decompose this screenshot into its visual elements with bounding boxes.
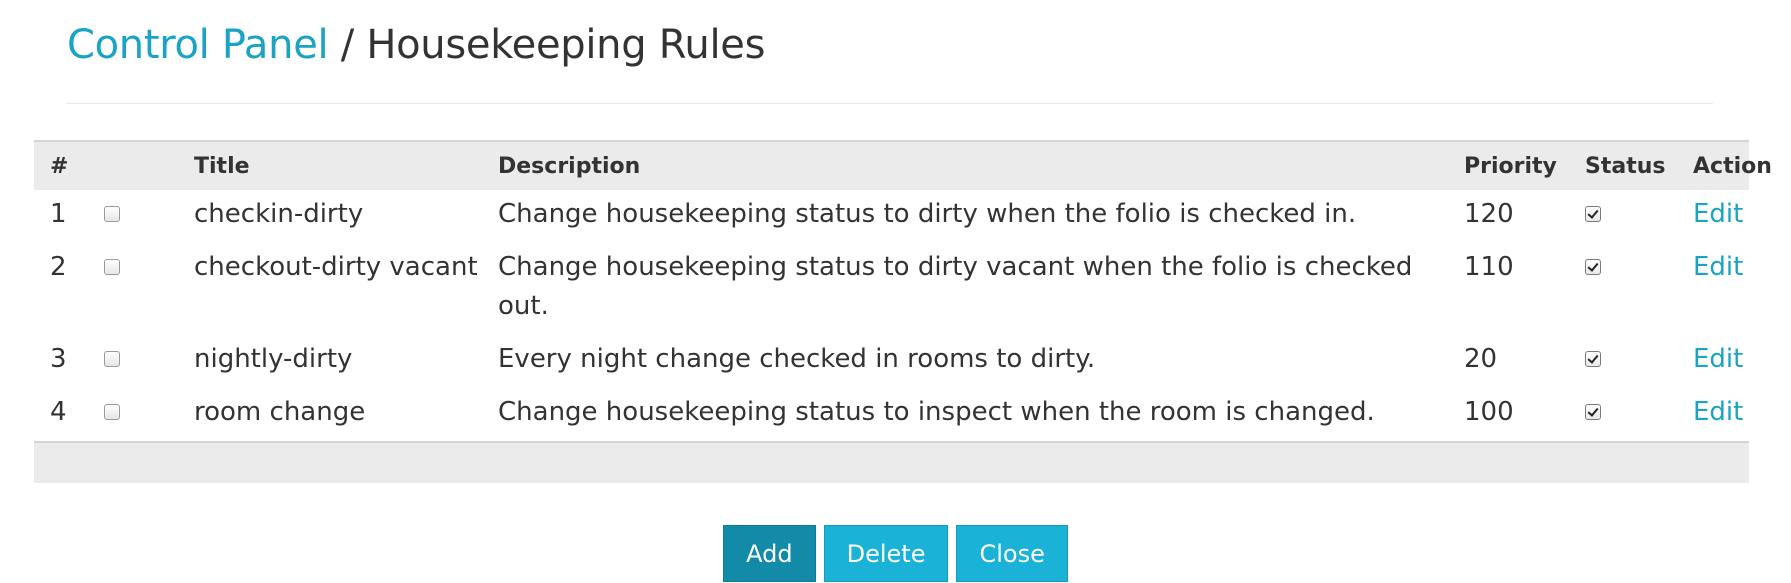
breadcrumb-separator: / [340,22,354,68]
row-title: nightly-dirty [194,344,353,374]
row-priority: 110 [1464,252,1514,282]
row-priority: 20 [1464,344,1498,374]
header-description: Description [498,153,641,179]
row-description: Change housekeeping status to inspect wh… [498,397,1375,427]
add-button[interactable]: Add [723,525,816,582]
header-status: Status [1585,153,1666,179]
edit-link[interactable]: Edit [1693,344,1743,374]
row-status-checkbox[interactable] [1585,351,1601,367]
row-description: Every night change checked in rooms to d… [498,344,1096,374]
header-select [104,142,194,190]
row-description: Change housekeeping status to dirty vaca… [498,252,1413,321]
table-footer [34,441,1749,483]
table-row: 1 checkin-dirty Change housekeeping stat… [34,190,1749,243]
row-number: 4 [50,397,67,427]
row-select-checkbox[interactable] [104,351,120,367]
header-number: # [50,153,69,179]
row-description: Change housekeeping status to dirty when… [498,199,1357,229]
row-number: 1 [50,199,67,229]
row-priority: 120 [1464,199,1514,229]
close-button[interactable]: Close [956,525,1068,582]
table-row: 2 checkout-dirty vacant Change housekeep… [34,243,1749,335]
table-row: 4 room change Change housekeeping status… [34,388,1749,441]
delete-button[interactable]: Delete [823,525,949,582]
header-action: Action [1693,153,1772,179]
row-status-checkbox[interactable] [1585,206,1601,222]
table-header-row: # Title Description Priority Status Acti… [34,142,1772,190]
edit-link[interactable]: Edit [1693,252,1743,282]
row-select-checkbox[interactable] [104,206,120,222]
table-row: 3 nightly-dirty Every night change check… [34,335,1749,388]
edit-link[interactable]: Edit [1693,199,1743,229]
button-bar: Add Delete Close [0,525,1791,582]
housekeeping-rules-table: # Title Description Priority Status Acti… [34,142,1772,441]
row-status-checkbox[interactable] [1585,259,1601,275]
row-select-checkbox[interactable] [104,404,120,420]
row-status-checkbox[interactable] [1585,404,1601,420]
breadcrumb-control-panel-link[interactable]: Control Panel [67,22,329,68]
row-title: room change [194,397,366,427]
breadcrumb-current: Housekeeping Rules [366,22,766,68]
row-title: checkin-dirty [194,199,364,229]
header-divider [67,103,1713,104]
row-priority: 100 [1464,397,1514,427]
edit-link[interactable]: Edit [1693,397,1743,427]
header-priority: Priority [1464,153,1557,179]
row-title: checkout-dirty vacant [194,252,478,282]
page-title: Control Panel / Housekeeping Rules [67,16,765,74]
row-select-checkbox[interactable] [104,259,120,275]
header-title: Title [194,153,250,179]
row-number: 2 [50,252,67,282]
row-number: 3 [50,344,67,374]
rules-table-container: # Title Description Priority Status Acti… [34,140,1772,483]
